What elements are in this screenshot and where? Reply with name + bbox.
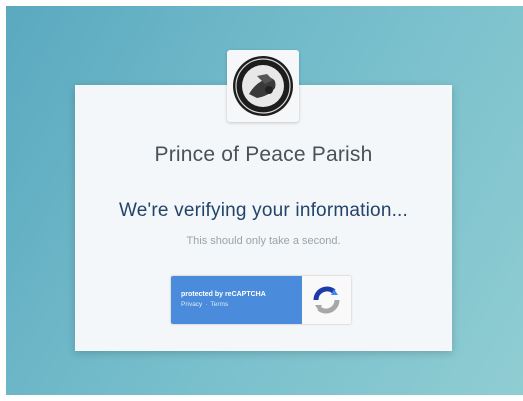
recaptcha-info-panel: protected by reCAPTCHA Privacy · Terms — [171, 276, 302, 324]
recaptcha-badge[interactable]: protected by reCAPTCHA Privacy · Terms — [171, 276, 351, 324]
recaptcha-terms-link[interactable]: Terms — [210, 301, 228, 308]
recaptcha-links: Privacy · Terms — [181, 300, 231, 309]
parish-seal-icon — [233, 56, 293, 116]
verification-title: We're verifying your information... — [118, 200, 409, 221]
verification-card: Prince of Peace Parish We're verifying y… — [75, 50, 452, 351]
page-background: Prince of Peace Parish We're verifying y… — [6, 6, 523, 395]
organization-name: Prince of Peace Parish — [154, 143, 373, 166]
recaptcha-logo-icon — [313, 286, 340, 314]
parish-logo — [227, 50, 299, 122]
recaptcha-protected-label: protected by reCAPTCHA — [181, 291, 266, 298]
verification-subtitle: This should only take a second. — [186, 235, 341, 247]
recaptcha-logo — [302, 276, 351, 324]
recaptcha-privacy-link[interactable]: Privacy — [181, 301, 202, 308]
recaptcha-link-separator: · — [205, 301, 208, 308]
